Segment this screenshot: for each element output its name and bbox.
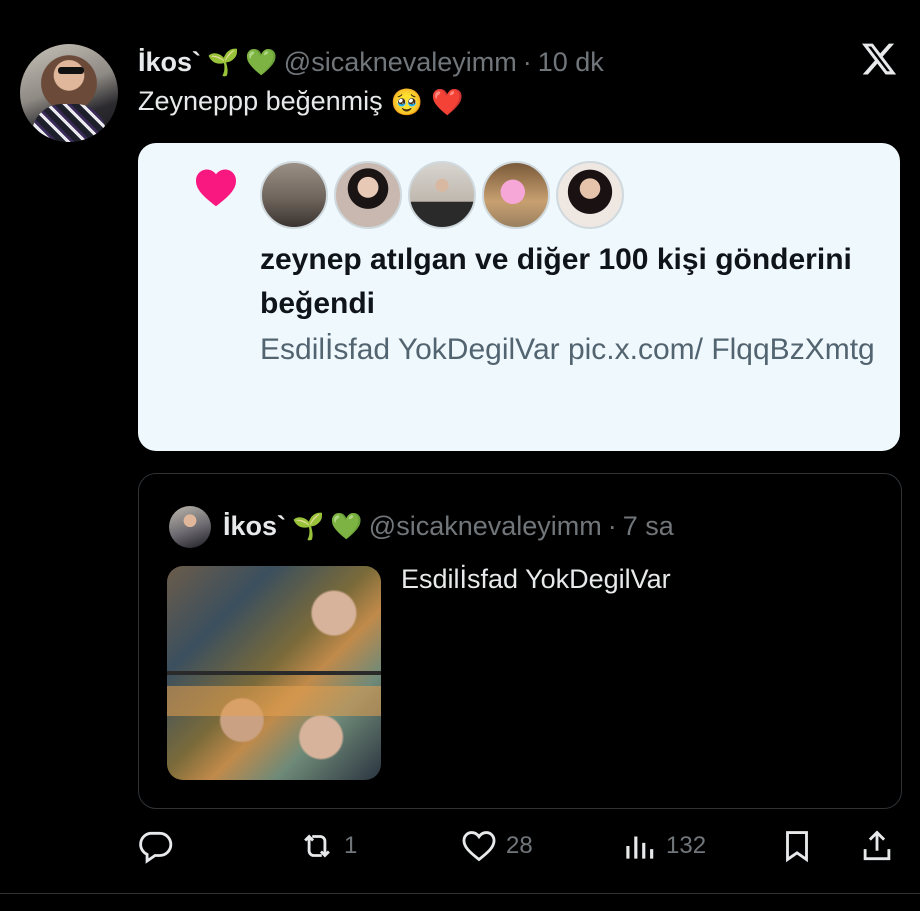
pleading-face-emoji: 🥹	[390, 86, 424, 117]
painting-of-couple-image[interactable]	[167, 566, 381, 780]
tweet: İkos` 🌱 💚 @sicaknevaleyimm · 10 dk Zeyne…	[0, 0, 920, 911]
seedling-emoji: 🌱	[292, 511, 325, 541]
avatar[interactable]	[20, 44, 118, 142]
repost-icon	[304, 834, 330, 858]
green-heart-emoji: 💚	[330, 511, 363, 541]
repost-button[interactable]: 1	[298, 823, 357, 869]
liker-avatar[interactable]	[408, 161, 476, 229]
repost-count: 1	[344, 832, 358, 859]
reply-icon	[139, 831, 173, 864]
avatar-glasses	[58, 67, 84, 74]
separator-dot: ·	[522, 46, 532, 77]
like-count: 28	[506, 832, 533, 859]
painting-detail	[167, 686, 381, 716]
divider	[0, 893, 920, 894]
author-handle[interactable]: @sicaknevaleyimm	[284, 47, 517, 78]
quoted-avatar[interactable]	[169, 506, 211, 548]
like-button[interactable]: 28	[460, 823, 533, 869]
quoted-text: Esdilİsfad YokDegilVar	[401, 564, 671, 594]
quoted-header: İkos` 🌱 💚 @sicaknevaleyimm · 7 sa	[223, 505, 674, 547]
views-icon	[626, 836, 654, 859]
tweet-header: İkos` 🌱 💚 @sicaknevaleyimm · 10 dk	[138, 42, 604, 82]
tweet-body: Zeyneppp beğenmiş	[138, 86, 383, 116]
reply-button[interactable]	[136, 823, 182, 869]
share-icon	[863, 830, 891, 861]
red-heart-emoji: ❤️	[431, 86, 464, 117]
bookmark-icon	[786, 831, 808, 863]
tweet-text: Zeyneppp beğenmiş 🥹 ❤️	[138, 86, 463, 117]
liker-avatar[interactable]	[260, 161, 328, 229]
timestamp[interactable]: 10 dk	[538, 47, 604, 78]
action-bar: 1 28 132	[0, 823, 920, 873]
quoted-handle[interactable]: @sicaknevaleyimm	[369, 511, 602, 542]
seedling-emoji: 🌱	[207, 47, 240, 77]
liker-avatars	[260, 161, 624, 229]
heart-icon	[196, 169, 236, 207]
liker-avatar[interactable]	[482, 161, 550, 229]
views-count: 132	[666, 832, 707, 859]
bookmark-button[interactable]	[778, 823, 816, 869]
share-button[interactable]	[858, 823, 896, 869]
liked-post-preview: Esdilİsfad YokDegilVar pic.x.com/ FlqqBz…	[260, 333, 875, 366]
views-button[interactable]: 132	[620, 823, 706, 869]
green-heart-emoji: 💚	[245, 47, 278, 77]
quoted-timestamp[interactable]: 7 sa	[623, 511, 674, 542]
liker-avatar[interactable]	[556, 161, 624, 229]
like-notification-card[interactable]: zeynep atılgan ve diğer 100 kişi gönderi…	[138, 143, 900, 451]
heart-outline-icon	[462, 831, 496, 862]
author-name[interactable]: İkos`	[138, 47, 201, 78]
quoted-tweet[interactable]: İkos` 🌱 💚 @sicaknevaleyimm · 7 sa Esdilİ…	[138, 473, 902, 809]
separator-dot: ·	[607, 510, 617, 541]
x-logo-icon[interactable]	[860, 40, 898, 78]
like-summary: zeynep atılgan ve diğer 100 kişi gönderi…	[260, 243, 852, 320]
liker-avatar[interactable]	[334, 161, 402, 229]
quoted-author-name[interactable]: İkos`	[223, 511, 286, 542]
avatar-jacket	[32, 104, 106, 142]
